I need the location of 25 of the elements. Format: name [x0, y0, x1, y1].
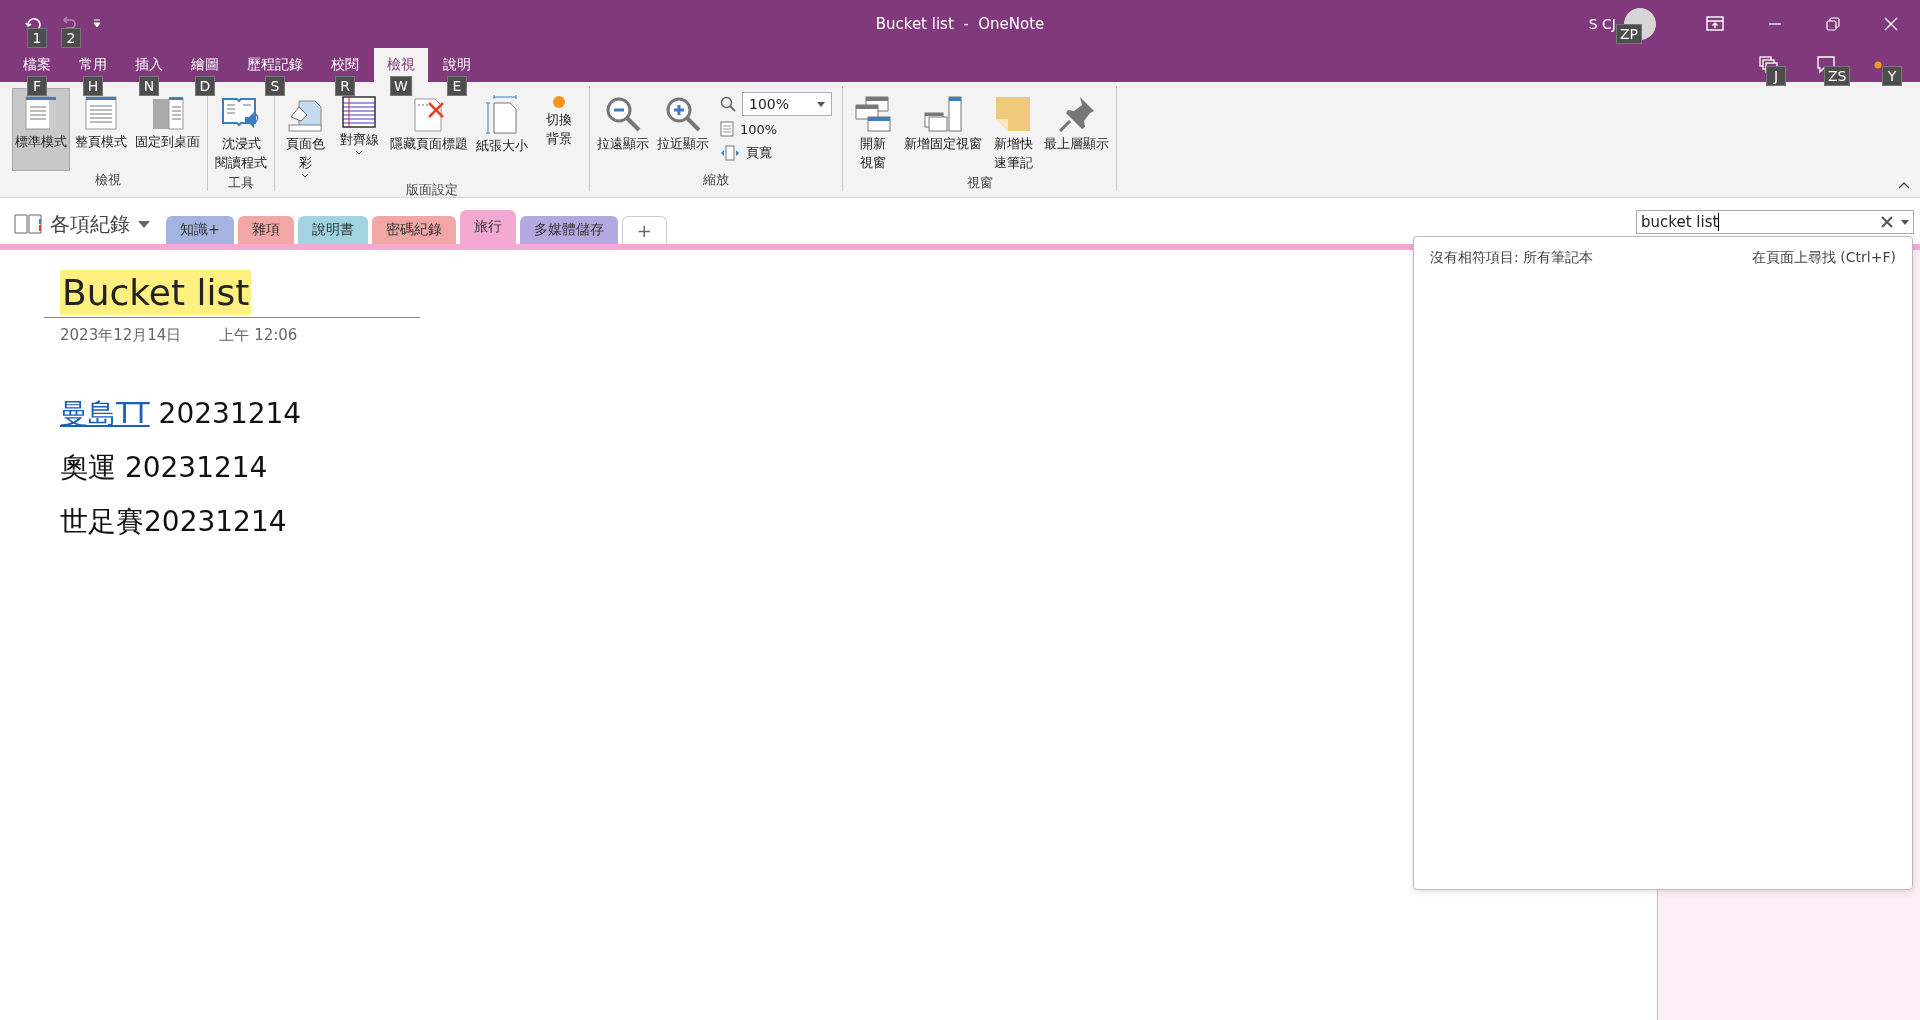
group-label: 工具	[227, 174, 255, 192]
page-date: 2023年12月14日	[60, 326, 182, 345]
keytip-tooltip: Y	[1882, 66, 1902, 86]
keytip-tooltip: S	[265, 76, 285, 96]
keytip-tooltip: W	[390, 76, 412, 96]
group-label: 視窗	[965, 174, 994, 192]
keytip-tooltip: 1	[27, 28, 47, 48]
keytip-tooltip: D	[195, 76, 215, 96]
keytip-tooltip: J	[1766, 66, 1786, 86]
keytip-tooltip: ZS	[1824, 66, 1851, 86]
keytip-tooltip: H	[83, 76, 103, 96]
page-time: 上午 12:06	[219, 326, 298, 345]
keytip-tooltip: N	[139, 76, 159, 96]
keytip-tooltip: ZP	[1616, 24, 1643, 44]
keytip-tooltip: E	[447, 76, 467, 96]
window-title: Bucket list - OneNote	[875, 15, 1045, 33]
keytip-tooltip: F	[27, 76, 47, 96]
group-label: 縮放	[702, 171, 730, 189]
note-line: 奧運 20231214	[60, 450, 269, 486]
group-label: 檢視	[93, 171, 122, 189]
keytip-tooltip: 2	[61, 28, 81, 48]
group-label: 版面設定	[405, 181, 459, 199]
note-line: 世足賽20231214	[60, 504, 288, 540]
keytip-tooltip: R	[335, 76, 355, 96]
no-match-text: 沒有相符項目: 所有筆記本	[1430, 249, 1594, 267]
